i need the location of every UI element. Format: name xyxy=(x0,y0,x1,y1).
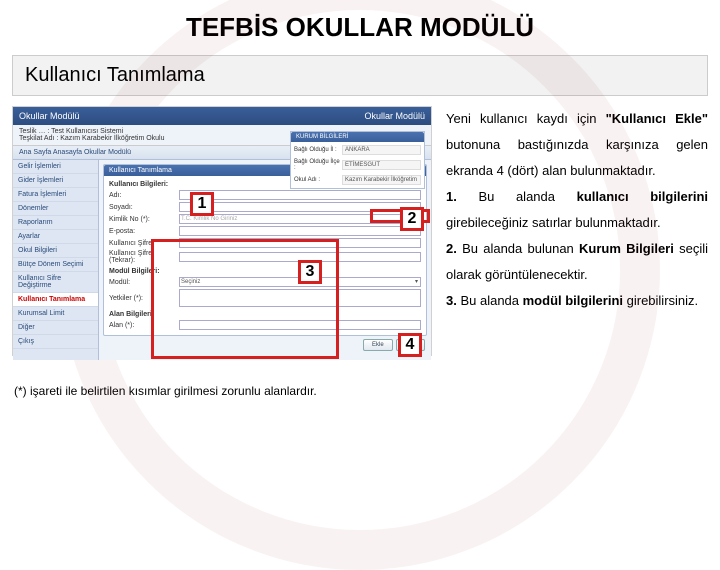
lbl-ilce: Bağlı Olduğu İlçe : xyxy=(294,159,342,171)
lbl-adi: Adı: xyxy=(109,192,179,199)
sidebar-sub[interactable]: Kullanıcı Sifre Değiştirme xyxy=(13,272,98,293)
lbl-il: Bağlı Olduğu İl : xyxy=(294,147,342,153)
t: girebilirsiniz. xyxy=(623,293,698,308)
screenshot-panel: Okullar Modülü Okullar Modülü Teslik … :… xyxy=(12,106,432,356)
t-num: 2. xyxy=(446,241,457,256)
subtitle: Kullanıcı Tanımlama xyxy=(12,55,708,96)
kurum-panel: KURUM BİLGİLERİ Bağlı Olduğu İl :ANKARA … xyxy=(290,131,425,189)
sidebar-item[interactable]: Gelir İşlemleri xyxy=(13,160,98,174)
callout-1: 1 xyxy=(190,192,214,216)
lbl-tc: Kimlik No (*): xyxy=(109,216,179,223)
sidebar-active[interactable]: Kullanıcı Tanımlama xyxy=(13,293,98,307)
sidebar-item[interactable]: Fatura İşlemleri xyxy=(13,188,98,202)
t: Bu alanda xyxy=(457,189,577,204)
t: Yeni kullanıcı kaydı için xyxy=(446,111,606,126)
t-num: 1. xyxy=(446,189,457,204)
t: girebileceğiniz satırlar bulunmaktadır. xyxy=(446,215,661,230)
sidebar-item[interactable]: Kurumsal Limit xyxy=(13,307,98,321)
sidebar-item[interactable]: Dönemler xyxy=(13,202,98,216)
sidebar-item[interactable]: Raporlarım xyxy=(13,216,98,230)
footnote: (*) işareti ile belirtilen kısımlar giri… xyxy=(14,384,706,398)
t-bold: Kurum Bilgileri xyxy=(579,241,674,256)
lbl-eposta: E-posta: xyxy=(109,228,179,235)
callout-2: 2 xyxy=(400,207,424,231)
app-titlebar: Okullar Modülü Okullar Modülü xyxy=(13,107,431,125)
t: butonuna bastığınızda karşınıza gelen ek… xyxy=(446,137,708,178)
t-bold: modül bilgilerini xyxy=(523,293,623,308)
page-title: TEFBİS OKULLAR MODÜLÜ xyxy=(0,0,720,55)
sidebar-item[interactable]: Diğer xyxy=(13,321,98,335)
ekle-button[interactable]: Ekle xyxy=(363,339,393,351)
lbl-okul: Okul Adı : xyxy=(294,177,342,183)
sidebar-item[interactable]: Çıkış xyxy=(13,335,98,349)
val-ilce: ETİMESGUT xyxy=(342,160,421,170)
sidebar-item[interactable]: Ayarlar xyxy=(13,230,98,244)
input-eposta[interactable] xyxy=(179,226,421,236)
t: Bu alanda xyxy=(457,293,523,308)
t-num: 3. xyxy=(446,293,457,308)
t-bold: "Kullanıcı Ekle" xyxy=(606,111,708,126)
sidebar-sub[interactable]: Okul Bilgileri xyxy=(13,244,98,258)
app-title-right: Okullar Modülü xyxy=(364,111,425,121)
sidebar-item[interactable]: Gider İşlemleri xyxy=(13,174,98,188)
t-bold: kullanıcı bilgilerini xyxy=(577,189,708,204)
val-okul: Kazım Karabekir İlköğretim xyxy=(342,175,421,185)
sidebar: Gelir İşlemleri Gider İşlemleri Fatura İ… xyxy=(13,160,99,360)
input-adi[interactable] xyxy=(179,190,421,200)
highlight-panel xyxy=(151,239,339,359)
tc-placeholder: T.C. Kimlik No Giriniz xyxy=(181,216,237,222)
val-il: ANKARA xyxy=(342,145,421,155)
kurum-head: KURUM BİLGİLERİ xyxy=(291,132,424,142)
callout-4: 4 xyxy=(398,333,422,357)
callout-3: 3 xyxy=(298,260,322,284)
sidebar-sub[interactable]: Bütçe Dönem Seçimi xyxy=(13,258,98,272)
app-title-left: Okullar Modülü xyxy=(19,111,80,121)
description: Yeni kullanıcı kaydı için "Kullanıcı Ekl… xyxy=(432,106,708,356)
t: Bu alanda bulunan xyxy=(457,241,579,256)
lbl-soyadi: Soyadı: xyxy=(109,204,179,211)
